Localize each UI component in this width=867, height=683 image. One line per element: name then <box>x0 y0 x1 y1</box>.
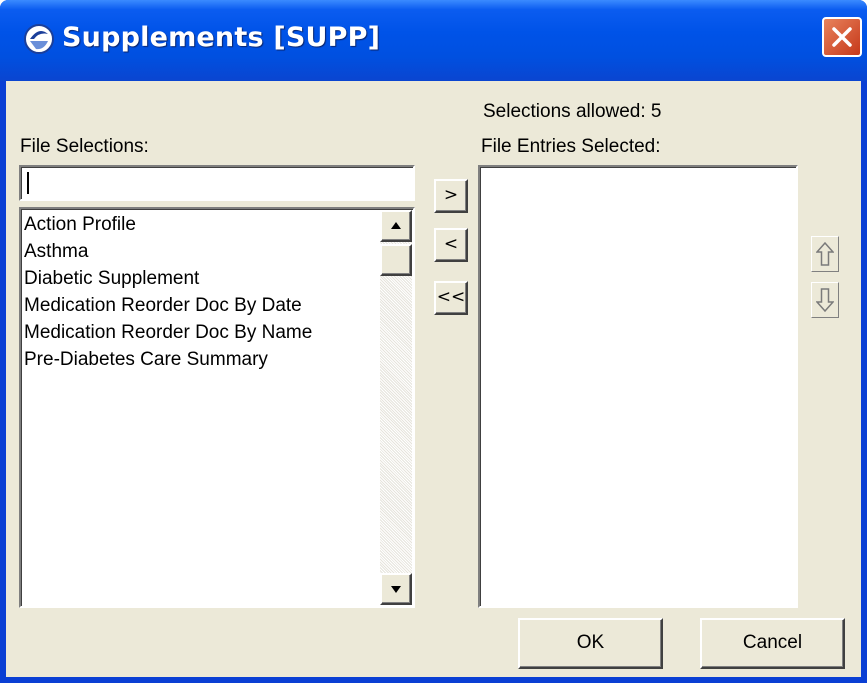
file-entries-selected-label: File Entries Selected: <box>481 136 661 157</box>
window-bottom-border <box>0 677 867 683</box>
add-button[interactable]: > <box>434 179 468 213</box>
scroll-up-button[interactable] <box>380 210 412 242</box>
list-item[interactable]: Asthma <box>24 238 312 265</box>
file-selections-label: File Selections: <box>20 136 149 157</box>
scroll-down-button[interactable] <box>380 573 412 605</box>
triangle-up-icon <box>391 222 401 229</box>
search-input[interactable] <box>19 165 415 201</box>
close-icon <box>832 27 852 47</box>
list-item[interactable]: Pre-Diabetes Care Summary <box>24 346 312 373</box>
dialog-window: Supplements [SUPP] Selections allowed: 5… <box>0 0 867 683</box>
text-cursor <box>27 172 29 194</box>
list-item[interactable]: Action Profile <box>24 211 312 238</box>
ok-button[interactable]: OK <box>518 618 663 669</box>
arrow-up-outline-icon <box>816 241 834 266</box>
title-bar[interactable]: Supplements [SUPP] <box>0 0 867 81</box>
selections-allowed-label: Selections allowed: 5 <box>483 101 662 122</box>
file-selections-list[interactable]: Action Profile Asthma Diabetic Supplemen… <box>19 207 415 608</box>
list-item[interactable]: Diabetic Supplement <box>24 265 312 292</box>
move-down-button[interactable] <box>811 282 839 318</box>
cancel-button[interactable]: Cancel <box>700 618 845 669</box>
list-item[interactable]: Medication Reorder Doc By Name <box>24 319 312 346</box>
close-button[interactable] <box>822 17 862 57</box>
window-title: Supplements [SUPP] <box>62 22 381 53</box>
triangle-down-icon <box>391 586 401 593</box>
vertical-scrollbar[interactable] <box>380 210 412 605</box>
move-up-button[interactable] <box>811 236 839 272</box>
list-item[interactable]: Medication Reorder Doc By Date <box>24 292 312 319</box>
app-icon <box>24 24 54 54</box>
remove-all-button[interactable]: << <box>434 281 468 315</box>
arrow-down-outline-icon <box>816 288 834 313</box>
dialog-body: Selections allowed: 5 File Selections: F… <box>6 81 861 677</box>
file-entries-selected-list[interactable] <box>478 165 798 608</box>
file-selections-items: Action Profile Asthma Diabetic Supplemen… <box>24 211 312 373</box>
remove-button[interactable]: < <box>434 228 468 262</box>
scroll-thumb[interactable] <box>380 244 412 276</box>
